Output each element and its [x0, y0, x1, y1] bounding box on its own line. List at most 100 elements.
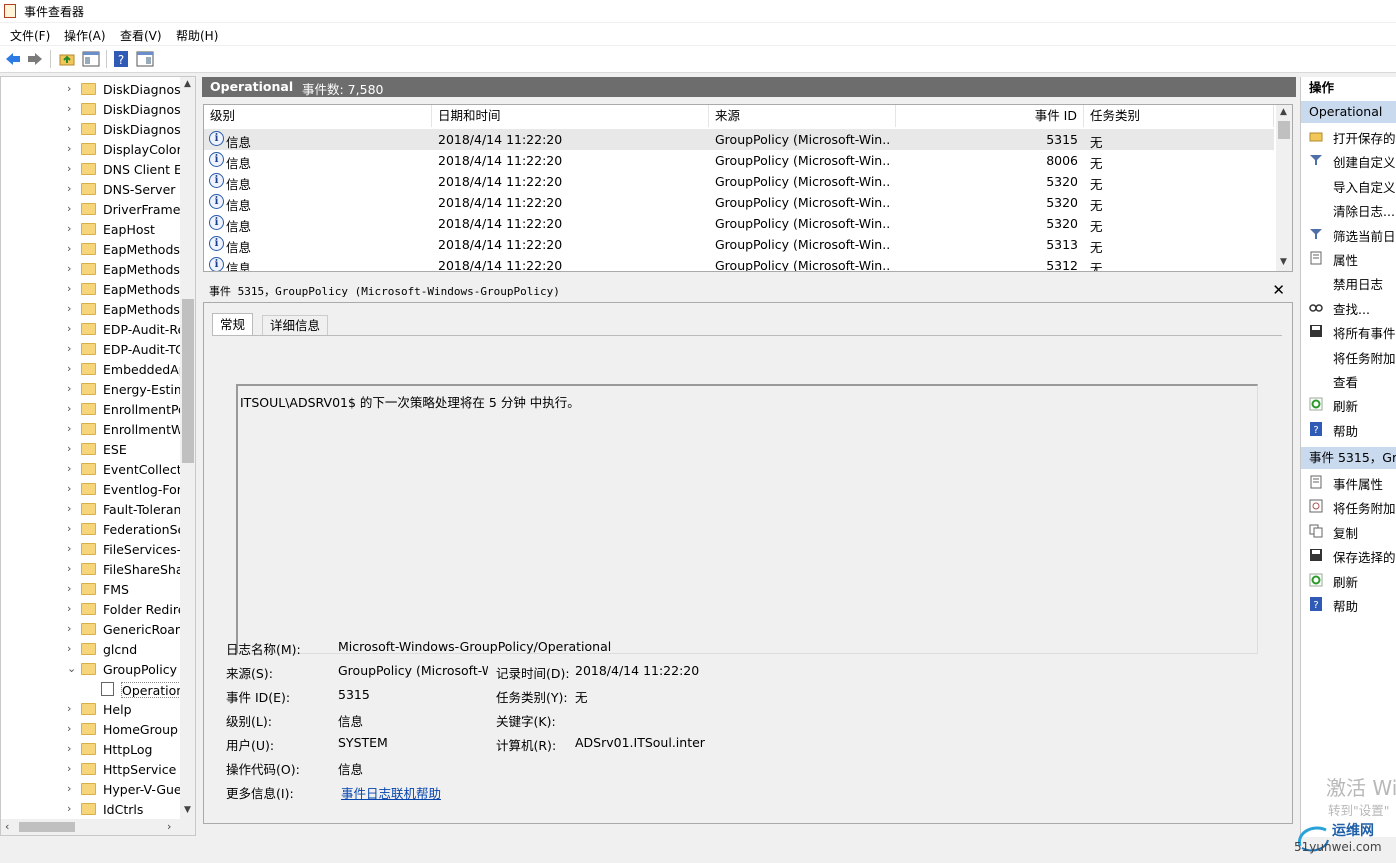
scroll-down-arrow-icon[interactable]: ▼ [184, 805, 191, 815]
scroll-up-arrow-icon[interactable]: ▲ [1280, 107, 1287, 117]
tree-item[interactable]: › HttpLog [1, 739, 181, 759]
chevron-right-icon[interactable]: › [67, 322, 71, 335]
chevron-right-icon[interactable]: › [67, 742, 71, 755]
tree-item[interactable]: › EDP-Audit-TC [1, 339, 181, 359]
action-item[interactable]: 清除日志... [1301, 198, 1396, 220]
tree-item[interactable]: › EnrollmentPo [1, 399, 181, 419]
help-icon[interactable]: ? [112, 50, 130, 68]
chevron-right-icon[interactable]: › [67, 802, 71, 815]
table-row[interactable]: i 信息 2018/4/14 11:22:20 GroupPolicy (Mic… [204, 150, 1274, 171]
action-item[interactable]: 创建自定义视 [1301, 149, 1396, 171]
table-row[interactable]: i 信息 2018/4/14 11:22:20 GroupPolicy (Mic… [204, 192, 1274, 213]
tree-item[interactable]: › Fault-Toleran [1, 499, 181, 519]
chevron-right-icon[interactable]: › [67, 382, 71, 395]
tree-item[interactable]: › DNS-Server [1, 179, 181, 199]
actions-section-operational[interactable]: Operational [1301, 101, 1396, 123]
tree-item[interactable]: › DiskDiagnost [1, 79, 181, 99]
action-item[interactable]: 属性 [1301, 247, 1396, 269]
tree-item[interactable]: › ESE [1, 439, 181, 459]
online-help-link[interactable]: 事件日志联机帮助 [341, 783, 441, 802]
tree-item[interactable]: › DiskDiagnost [1, 99, 181, 119]
chevron-right-icon[interactable]: › [67, 482, 71, 495]
column-header-source[interactable]: 来源 [709, 105, 896, 127]
action-item[interactable]: ? 帮助 [1301, 418, 1396, 440]
tree-item[interactable]: › DisplayColorC [1, 139, 181, 159]
close-icon[interactable]: ✕ [1272, 281, 1285, 299]
tree-item[interactable]: › Eventlog-Forv [1, 479, 181, 499]
action-item[interactable]: 禁用日志 [1301, 271, 1396, 293]
chevron-right-icon[interactable]: › [67, 182, 71, 195]
chevron-right-icon[interactable]: › [67, 762, 71, 775]
actions-section-event[interactable]: 事件 5315，Grou [1301, 447, 1396, 469]
tree-item[interactable]: › FileShareShac [1, 559, 181, 579]
chevron-right-icon[interactable]: › [67, 342, 71, 355]
chevron-right-icon[interactable]: › [67, 562, 71, 575]
tree-item[interactable]: › DriverFramew [1, 199, 181, 219]
action-item[interactable]: 刷新 [1301, 569, 1396, 591]
tree-horizontal-scrollbar[interactable]: ‹ › [1, 819, 195, 835]
grid-vertical-scrollbar[interactable]: ▲ ▼ [1276, 105, 1292, 271]
tab-details[interactable]: 详细信息 [262, 315, 329, 335]
action-item[interactable]: 查看 [1301, 369, 1396, 391]
tree-item[interactable]: › Help [1, 699, 181, 719]
tree-item[interactable]: › EapMethods- [1, 279, 181, 299]
tree-item-operational-selected[interactable]: Operation [1, 679, 181, 699]
scroll-left-arrow-icon[interactable]: ‹ [5, 820, 9, 833]
tree-item[interactable]: › FMS [1, 579, 181, 599]
tree-item[interactable]: › Energy-Estim [1, 379, 181, 399]
chevron-right-icon[interactable]: › [67, 502, 71, 515]
scroll-down-arrow-icon[interactable]: ▼ [1280, 257, 1287, 267]
tree-item[interactable]: › EapMethods- [1, 299, 181, 319]
tree-item[interactable]: › EapMethods- [1, 259, 181, 279]
action-item[interactable]: ? 帮助 [1301, 593, 1396, 615]
show-hide-tree-icon[interactable] [82, 50, 100, 68]
back-arrow-icon[interactable] [4, 50, 22, 68]
chevron-right-icon[interactable]: › [67, 442, 71, 455]
column-header-event-id[interactable]: 事件 ID [896, 105, 1084, 127]
event-message-box[interactable]: ITSOUL\ADSRV01$ 的下一次策略处理将在 5 分钟 中执行。 [236, 384, 1258, 654]
table-row[interactable]: i 信息 2018/4/14 11:22:20 GroupPolicy (Mic… [204, 213, 1274, 234]
chevron-right-icon[interactable]: › [67, 422, 71, 435]
menu-view[interactable]: 查看(V) [120, 27, 162, 44]
chevron-down-icon[interactable]: ⌄ [67, 662, 76, 675]
tree-item[interactable]: › Hyper-V-Gue [1, 779, 181, 799]
tree-item[interactable]: › FileServices-S [1, 539, 181, 559]
chevron-right-icon[interactable]: › [67, 642, 71, 655]
tree-item[interactable]: › EnrollmentW [1, 419, 181, 439]
action-item[interactable]: 导入自定义视 [1301, 174, 1396, 196]
tree-item[interactable]: › EmbeddedAp [1, 359, 181, 379]
tree-item[interactable]: › FederationSe [1, 519, 181, 539]
tree-scroll-thumb[interactable] [182, 299, 194, 463]
chevron-right-icon[interactable]: › [67, 522, 71, 535]
forward-arrow-icon[interactable] [26, 50, 44, 68]
table-row[interactable]: i 信息 2018/4/14 11:22:20 GroupPolicy (Mic… [204, 129, 1274, 150]
chevron-right-icon[interactable]: › [67, 462, 71, 475]
column-header-task-category[interactable]: 任务类别 [1084, 105, 1274, 127]
chevron-right-icon[interactable]: › [67, 302, 71, 315]
menu-help[interactable]: 帮助(H) [176, 27, 218, 44]
action-item[interactable]: 事件属性 [1301, 471, 1396, 493]
column-header-level[interactable]: 级别 [204, 105, 432, 127]
chevron-right-icon[interactable]: › [67, 82, 71, 95]
action-item[interactable]: 查找... [1301, 296, 1396, 318]
column-header-datetime[interactable]: 日期和时间 [432, 105, 709, 127]
up-folder-icon[interactable] [58, 50, 76, 68]
action-item[interactable]: 保存选择的事 [1301, 544, 1396, 566]
grid-scroll-thumb[interactable] [1278, 121, 1290, 139]
chevron-right-icon[interactable]: › [67, 122, 71, 135]
tree-item[interactable]: › glcnd [1, 639, 181, 659]
action-item[interactable]: 将任务附加到 [1301, 345, 1396, 367]
tree-item[interactable]: › EapMethods- [1, 239, 181, 259]
tree-item[interactable]: › DiskDiagnost [1, 119, 181, 139]
tree-item[interactable]: ⌄ GroupPolicy [1, 659, 181, 679]
chevron-right-icon[interactable]: › [67, 162, 71, 175]
chevron-right-icon[interactable]: › [67, 702, 71, 715]
tree-item[interactable]: › EapHost [1, 219, 181, 239]
tree-item[interactable]: › HomeGroup [1, 719, 181, 739]
chevron-right-icon[interactable]: › [67, 102, 71, 115]
chevron-right-icon[interactable]: › [67, 202, 71, 215]
chevron-right-icon[interactable]: › [67, 722, 71, 735]
action-item[interactable]: 刷新 [1301, 393, 1396, 415]
chevron-right-icon[interactable]: › [67, 602, 71, 615]
chevron-right-icon[interactable]: › [67, 402, 71, 415]
